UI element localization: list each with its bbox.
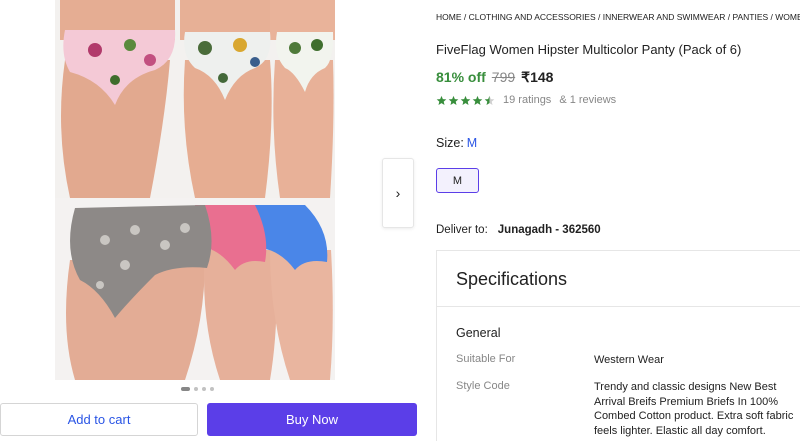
star-icon (472, 95, 483, 105)
pagination-dot[interactable] (210, 387, 214, 391)
discount-label: 81% off (436, 69, 486, 85)
rating-row: 19 ratings & 1 reviews (436, 94, 616, 106)
specifications-title: Specifications (456, 269, 568, 289)
delivery-info: Deliver to: Junagadh - 362560 (436, 224, 601, 236)
price-row: 81% off 799 ₹148 (436, 69, 553, 86)
product-image[interactable] (55, 0, 335, 380)
add-to-cart-button[interactable]: Add to cart (0, 403, 198, 436)
next-image-button[interactable]: › (382, 158, 414, 228)
star-icon (460, 95, 471, 105)
product-details: HOME / CLOTHING AND ACCESSORIES / INNERW… (436, 0, 800, 441)
spec-key: Suitable For (456, 353, 516, 365)
spec-group-title: General (456, 326, 501, 340)
star-icon (448, 95, 459, 105)
original-price: 799 (491, 69, 516, 85)
buy-now-button[interactable]: Buy Now (207, 403, 417, 436)
product-gallery: › Add to cart Buy Now (0, 0, 425, 441)
pagination-dot[interactable] (202, 387, 206, 391)
chevron-right-icon: › (395, 185, 401, 201)
delivery-location[interactable]: Junagadh - 362560 (498, 224, 601, 236)
pagination-dot[interactable] (194, 387, 198, 391)
product-photo (55, 0, 335, 380)
image-pagination-dots (181, 387, 214, 391)
size-option-m[interactable]: M (436, 168, 479, 193)
selected-size: M (466, 136, 478, 150)
specifications-panel: Specifications General Suitable For West… (436, 250, 800, 441)
product-title: FiveFlag Women Hipster Multicolor Panty … (436, 42, 742, 57)
reviews-count[interactable]: & 1 reviews (559, 94, 616, 106)
breadcrumb[interactable]: HOME / CLOTHING AND ACCESSORIES / INNERW… (436, 12, 800, 22)
ratings-count[interactable]: 19 ratings (503, 94, 551, 106)
size-label: Size: M (436, 136, 477, 150)
pagination-dot[interactable] (181, 387, 190, 391)
star-icon (484, 95, 495, 105)
deliver-label: Deliver to: (436, 224, 488, 236)
spec-value: Western Wear (594, 354, 664, 366)
size-label-text: Size: (436, 136, 464, 150)
divider (437, 306, 800, 307)
selling-price: ₹148 (521, 69, 554, 85)
star-icon (436, 95, 447, 105)
star-rating (436, 95, 495, 106)
spec-value: Trendy and classic designs New Best Arri… (594, 381, 794, 437)
spec-key: Style Code (456, 380, 510, 392)
